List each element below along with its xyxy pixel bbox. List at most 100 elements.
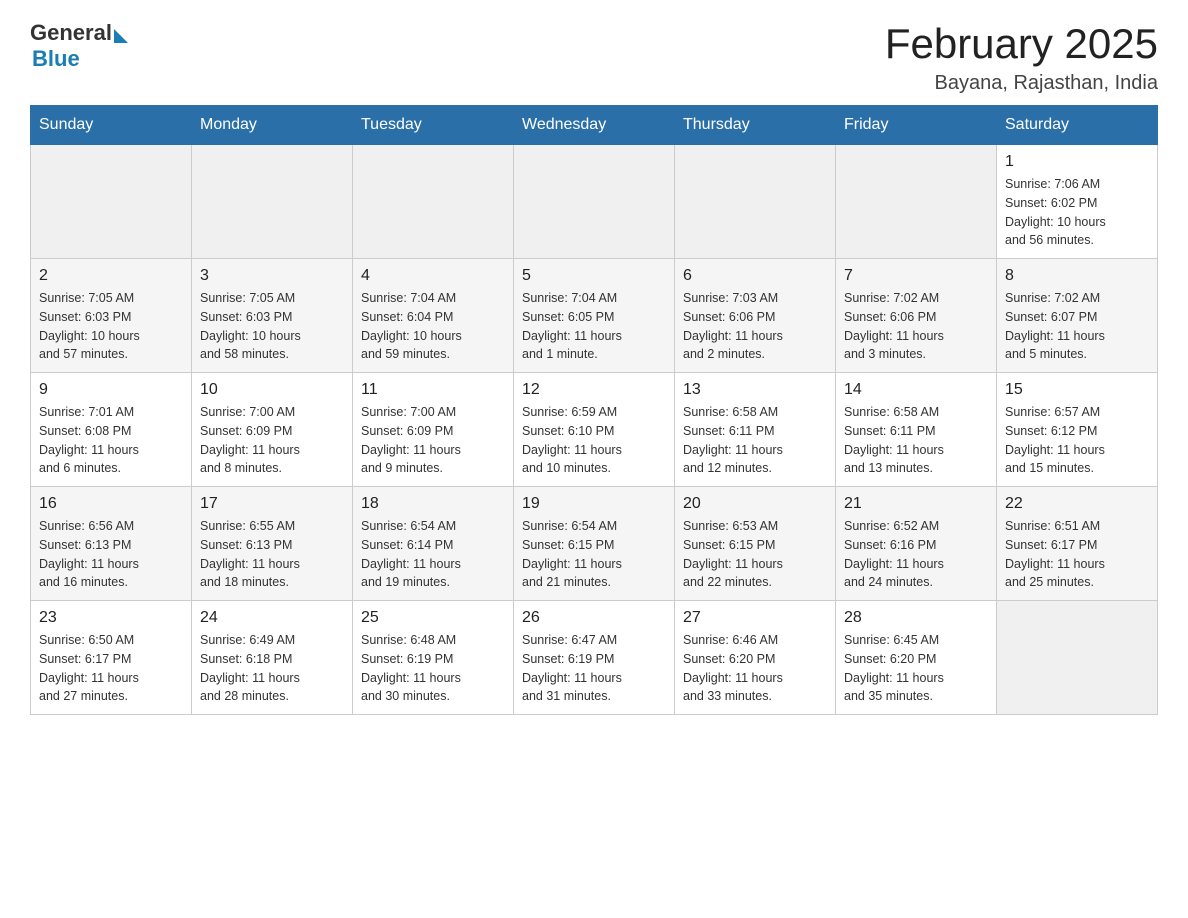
location-subtitle: Bayana, Rajasthan, India	[885, 72, 1158, 95]
calendar-cell: 4 Sunrise: 7:04 AM Sunset: 6:04 PM Daylig…	[353, 259, 514, 373]
calendar-cell	[192, 145, 353, 259]
calendar-cell: 27Sunrise: 6:46 AM Sunset: 6:20 PM Dayli…	[675, 601, 836, 715]
weekday-header-tuesday: Tuesday	[353, 106, 514, 145]
title-section: February 2025 Bayana, Rajasthan, India	[885, 20, 1158, 95]
day-info: Sunrise: 6:58 AM Sunset: 6:11 PM Dayligh…	[844, 403, 988, 478]
day-number: 26	[522, 609, 666, 627]
calendar-cell: 10Sunrise: 7:00 AM Sunset: 6:09 PM Dayli…	[192, 373, 353, 487]
calendar-cell: 15 Sunrise: 6:57 AM Sunset: 6:12 PM Dayli…	[997, 373, 1158, 487]
day-info: Sunrise: 6:54 AM Sunset: 6:15 PM Dayligh…	[522, 517, 666, 592]
day-info: Sunrise: 6:57 AM Sunset: 6:12 PM Dayligh…	[1005, 403, 1149, 478]
calendar-cell	[997, 601, 1158, 715]
day-number: 1	[1005, 153, 1149, 171]
calendar-table: SundayMondayTuesdayWednesdayThursdayFrid…	[30, 105, 1158, 715]
week-row-4: 16 Sunrise: 6:56 AM Sunset: 6:13 PM Dayli…	[31, 487, 1158, 601]
day-number: 18	[361, 495, 505, 513]
day-info: Sunrise: 6:59 AM Sunset: 6:10 PM Dayligh…	[522, 403, 666, 478]
day-number: 9	[39, 381, 183, 399]
day-number: 5	[522, 267, 666, 285]
logo-arrow-icon	[114, 29, 128, 43]
day-number: 20	[683, 495, 827, 513]
day-number: 24	[200, 609, 344, 627]
calendar-cell: 14Sunrise: 6:58 AM Sunset: 6:11 PM Dayli…	[836, 373, 997, 487]
day-number: 25	[361, 609, 505, 627]
calendar-cell: 2 Sunrise: 7:05 AM Sunset: 6:03 PM Daylig…	[31, 259, 192, 373]
day-info: Sunrise: 6:46 AM Sunset: 6:20 PM Dayligh…	[683, 631, 827, 706]
day-number: 21	[844, 495, 988, 513]
day-info: Sunrise: 7:00 AM Sunset: 6:09 PM Dayligh…	[361, 403, 505, 478]
logo-general-text: General	[30, 20, 112, 46]
day-number: 12	[522, 381, 666, 399]
day-number: 23	[39, 609, 183, 627]
logo: General Blue	[30, 20, 128, 72]
calendar-cell: 26 Sunrise: 6:47 AM Sunset: 6:19 PM Dayli…	[514, 601, 675, 715]
calendar-cell: 16 Sunrise: 6:56 AM Sunset: 6:13 PM Dayli…	[31, 487, 192, 601]
day-number: 8	[1005, 267, 1149, 285]
day-number: 16	[39, 495, 183, 513]
day-number: 19	[522, 495, 666, 513]
day-info: Sunrise: 7:02 AM Sunset: 6:06 PM Dayligh…	[844, 289, 988, 364]
calendar-cell: 6 Sunrise: 7:03 AM Sunset: 6:06 PM Daylig…	[675, 259, 836, 373]
day-info: Sunrise: 6:56 AM Sunset: 6:13 PM Dayligh…	[39, 517, 183, 592]
calendar-cell: 18Sunrise: 6:54 AM Sunset: 6:14 PM Dayli…	[353, 487, 514, 601]
calendar-cell: 20 Sunrise: 6:53 AM Sunset: 6:15 PM Dayli…	[675, 487, 836, 601]
weekday-header-sunday: Sunday	[31, 106, 192, 145]
day-number: 2	[39, 267, 183, 285]
day-info: Sunrise: 7:02 AM Sunset: 6:07 PM Dayligh…	[1005, 289, 1149, 364]
calendar-cell: 5 Sunrise: 7:04 AM Sunset: 6:05 PM Daylig…	[514, 259, 675, 373]
weekday-header-row: SundayMondayTuesdayWednesdayThursdayFrid…	[31, 106, 1158, 145]
calendar-cell: 25 Sunrise: 6:48 AM Sunset: 6:19 PM Dayli…	[353, 601, 514, 715]
calendar-cell: 8 Sunrise: 7:02 AM Sunset: 6:07 PM Daylig…	[997, 259, 1158, 373]
calendar-cell	[353, 145, 514, 259]
day-info: Sunrise: 6:50 AM Sunset: 6:17 PM Dayligh…	[39, 631, 183, 706]
day-number: 3	[200, 267, 344, 285]
week-row-5: 23 Sunrise: 6:50 AM Sunset: 6:17 PM Dayli…	[31, 601, 1158, 715]
day-info: Sunrise: 7:06 AM Sunset: 6:02 PM Dayligh…	[1005, 175, 1149, 250]
day-info: Sunrise: 7:01 AM Sunset: 6:08 PM Dayligh…	[39, 403, 183, 478]
day-info: Sunrise: 6:52 AM Sunset: 6:16 PM Dayligh…	[844, 517, 988, 592]
calendar-cell: 28Sunrise: 6:45 AM Sunset: 6:20 PM Dayli…	[836, 601, 997, 715]
calendar-cell: 22 Sunrise: 6:51 AM Sunset: 6:17 PM Dayli…	[997, 487, 1158, 601]
day-info: Sunrise: 7:04 AM Sunset: 6:05 PM Dayligh…	[522, 289, 666, 364]
day-number: 6	[683, 267, 827, 285]
week-row-1: 1 Sunrise: 7:06 AM Sunset: 6:02 PM Daylig…	[31, 145, 1158, 259]
day-info: Sunrise: 7:05 AM Sunset: 6:03 PM Dayligh…	[39, 289, 183, 364]
calendar-cell	[514, 145, 675, 259]
calendar-cell: 23 Sunrise: 6:50 AM Sunset: 6:17 PM Dayli…	[31, 601, 192, 715]
calendar-cell: 3 Sunrise: 7:05 AM Sunset: 6:03 PM Daylig…	[192, 259, 353, 373]
day-number: 13	[683, 381, 827, 399]
weekday-header-monday: Monday	[192, 106, 353, 145]
month-year-title: February 2025	[885, 20, 1158, 68]
calendar-cell: 13Sunrise: 6:58 AM Sunset: 6:11 PM Dayli…	[675, 373, 836, 487]
day-number: 7	[844, 267, 988, 285]
calendar-cell: 7 Sunrise: 7:02 AM Sunset: 6:06 PM Daylig…	[836, 259, 997, 373]
day-number: 15	[1005, 381, 1149, 399]
week-row-2: 2 Sunrise: 7:05 AM Sunset: 6:03 PM Daylig…	[31, 259, 1158, 373]
day-number: 28	[844, 609, 988, 627]
logo-blue-text: Blue	[32, 46, 80, 72]
calendar-cell: 17Sunrise: 6:55 AM Sunset: 6:13 PM Dayli…	[192, 487, 353, 601]
calendar-cell: 1 Sunrise: 7:06 AM Sunset: 6:02 PM Daylig…	[997, 145, 1158, 259]
calendar-cell	[675, 145, 836, 259]
weekday-header-thursday: Thursday	[675, 106, 836, 145]
weekday-header-wednesday: Wednesday	[514, 106, 675, 145]
calendar-cell: 19 Sunrise: 6:54 AM Sunset: 6:15 PM Dayli…	[514, 487, 675, 601]
calendar-cell	[836, 145, 997, 259]
day-info: Sunrise: 7:03 AM Sunset: 6:06 PM Dayligh…	[683, 289, 827, 364]
calendar-cell: 9 Sunrise: 7:01 AM Sunset: 6:08 PM Daylig…	[31, 373, 192, 487]
day-number: 4	[361, 267, 505, 285]
day-number: 22	[1005, 495, 1149, 513]
day-info: Sunrise: 6:53 AM Sunset: 6:15 PM Dayligh…	[683, 517, 827, 592]
calendar-cell	[31, 145, 192, 259]
calendar-cell: 11 Sunrise: 7:00 AM Sunset: 6:09 PM Dayli…	[353, 373, 514, 487]
day-number: 11	[361, 381, 505, 399]
day-info: Sunrise: 6:48 AM Sunset: 6:19 PM Dayligh…	[361, 631, 505, 706]
day-info: Sunrise: 7:04 AM Sunset: 6:04 PM Dayligh…	[361, 289, 505, 364]
day-info: Sunrise: 6:51 AM Sunset: 6:17 PM Dayligh…	[1005, 517, 1149, 592]
weekday-header-friday: Friday	[836, 106, 997, 145]
day-info: Sunrise: 7:05 AM Sunset: 6:03 PM Dayligh…	[200, 289, 344, 364]
calendar-cell: 24Sunrise: 6:49 AM Sunset: 6:18 PM Dayli…	[192, 601, 353, 715]
day-info: Sunrise: 6:47 AM Sunset: 6:19 PM Dayligh…	[522, 631, 666, 706]
page-header: General Blue February 2025 Bayana, Rajas…	[30, 20, 1158, 95]
calendar-cell: 12 Sunrise: 6:59 AM Sunset: 6:10 PM Dayli…	[514, 373, 675, 487]
